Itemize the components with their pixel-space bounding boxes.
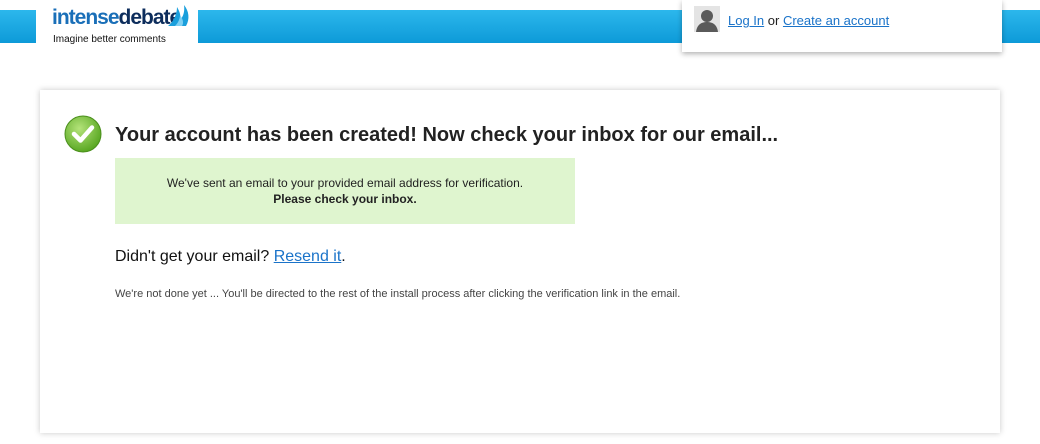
resend-link[interactable]: Resend it	[274, 248, 342, 265]
account-panel: Log In or Create an account	[682, 0, 1002, 52]
login-link[interactable]: Log In	[728, 13, 764, 28]
checkmark-icon	[64, 115, 102, 153]
create-account-link[interactable]: Create an account	[783, 13, 889, 28]
notice-line-1: We've sent an email to your provided ema…	[166, 176, 524, 190]
login-separator: or	[764, 13, 783, 28]
flame-icon	[168, 5, 189, 26]
confirmation-card: Your account has been created! Now check…	[40, 90, 1000, 433]
logo-wordmark: intensedebate	[52, 6, 181, 30]
resend-period: .	[341, 248, 346, 265]
resend-prompt: Didn't get your email? Resend it.	[115, 248, 346, 266]
install-note: We're not done yet ... You'll be directe…	[115, 288, 681, 300]
user-silhouette-icon	[696, 10, 718, 32]
avatar	[694, 6, 720, 32]
page-title: Your account has been created! Now check…	[115, 124, 779, 146]
header-bar-left	[0, 10, 36, 43]
logo-tagline: Imagine better comments	[53, 34, 166, 45]
resend-question: Didn't get your email?	[115, 248, 274, 265]
logo-word-intense: intense	[52, 6, 120, 29]
notice-line-2: Please check your inbox.	[273, 192, 417, 206]
intensedebate-logo[interactable]: intensedebate Imagine better comments	[40, 0, 198, 48]
login-links: Log In or Create an account	[728, 13, 889, 28]
verification-notice: We've sent an email to your provided ema…	[115, 158, 575, 224]
